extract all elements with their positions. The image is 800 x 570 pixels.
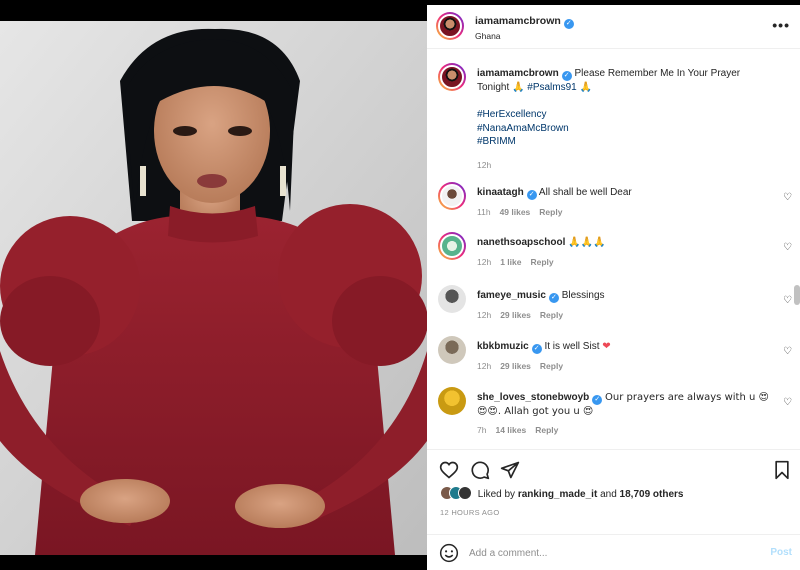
commenter-username[interactable]: kinaatagh: [477, 187, 524, 198]
comment-meta: 11h 49 likes Reply: [477, 207, 563, 217]
comment-text: nanethsoapschool 🙏🙏🙏: [477, 237, 606, 248]
author-avatar[interactable]: [436, 12, 464, 40]
reply-button[interactable]: Reply: [539, 207, 562, 217]
hashtag-link[interactable]: #HerExcellency: [477, 109, 546, 120]
commenter-username[interactable]: she_loves_stonebwoyb: [477, 392, 589, 403]
comment-like-heart-icon[interactable]: ♡: [783, 346, 792, 357]
more-options-icon[interactable]: •••: [772, 17, 790, 33]
comment-input[interactable]: [469, 543, 749, 563]
comment-meta: 12h 29 likes Reply: [477, 361, 564, 371]
caption-text: iamamamcbrown ✓ Please Remember Me In You…: [477, 68, 741, 147]
verified-badge-icon: ✓: [561, 71, 572, 81]
liked-by-summary: Liked by ranking_made_it and 18,709 othe…: [440, 486, 683, 500]
comments-section: iamamamcbrown ✓ Please Remember Me In You…: [427, 49, 800, 449]
verified-badge-icon: ✓: [531, 344, 542, 354]
comment-likes[interactable]: 14 likes: [495, 425, 526, 435]
verified-badge-icon: ✓: [563, 19, 574, 29]
comment-likes[interactable]: 1 like: [500, 257, 521, 267]
commenter-avatar[interactable]: [438, 232, 466, 260]
verified-badge-icon: ✓: [592, 395, 603, 405]
verified-badge-icon: ✓: [526, 190, 537, 200]
add-comment-bar: Post: [427, 534, 800, 570]
comment-text: she_loves_stonebwoyb ✓ Our prayers are al…: [477, 392, 769, 417]
comment-likes[interactable]: 49 likes: [500, 207, 531, 217]
reply-button[interactable]: Reply: [530, 257, 553, 267]
comment-like-heart-icon[interactable]: ♡: [783, 295, 792, 306]
comment-like-heart-icon[interactable]: ♡: [783, 397, 792, 408]
post-header: iamamamcbrown ✓ Ghana •••: [427, 5, 800, 49]
comment-meta: 12h 1 like Reply: [477, 257, 554, 267]
paper-plane-icon[interactable]: [500, 460, 520, 480]
post-location[interactable]: Ghana: [475, 31, 501, 41]
caption-meta: 12h: [477, 160, 492, 170]
commenter-username[interactable]: kbkbmuzic: [477, 341, 529, 352]
post-side-panel: iamamamcbrown ✓ Ghana ••• iamamamcbrown ✓ …: [427, 5, 800, 570]
comment-like-heart-icon[interactable]: ♡: [783, 242, 792, 253]
commenter-avatar[interactable]: [438, 336, 466, 364]
caption-username[interactable]: iamamamcbrown: [477, 68, 559, 79]
reply-button[interactable]: Reply: [535, 425, 558, 435]
comment-text: fameye_music ✓ Blessings: [477, 290, 605, 303]
post-photo: [0, 21, 427, 555]
comment-likes[interactable]: 29 likes: [500, 361, 531, 371]
bookmark-icon[interactable]: [772, 460, 792, 480]
commenter-avatar[interactable]: [438, 387, 466, 415]
comment-bubble-icon[interactable]: [470, 460, 490, 480]
likes-count-link[interactable]: 18,709 others: [620, 489, 684, 500]
comment-text: kbkbmuzic ✓ It is well Sist ❤: [477, 341, 611, 354]
hashtag-link[interactable]: #NanaAmaMcBrown: [477, 123, 569, 134]
comment-meta: 7h 14 likes Reply: [477, 425, 559, 435]
reply-button[interactable]: Reply: [540, 361, 563, 371]
hashtag-link[interactable]: #Psalms91: [527, 82, 576, 93]
comment-likes[interactable]: 29 likes: [500, 310, 531, 320]
caption-avatar[interactable]: [438, 63, 466, 91]
smiley-icon[interactable]: [439, 543, 459, 563]
portrait-illustration: [0, 21, 427, 555]
commenter-avatar[interactable]: [438, 285, 466, 313]
post-comment-button[interactable]: Post: [770, 547, 792, 558]
verified-badge-icon: ✓: [548, 293, 559, 303]
comment-text: kinaatagh ✓ All shall be well Dear: [477, 187, 632, 200]
reply-button[interactable]: Reply: [540, 310, 563, 320]
comment-like-heart-icon[interactable]: ♡: [783, 192, 792, 203]
commenter-username[interactable]: fameye_music: [477, 290, 546, 301]
liker-avatar: [458, 486, 472, 500]
post-timestamp[interactable]: 12 HOURS AGO: [440, 508, 499, 517]
liked-by-user[interactable]: ranking_made_it: [518, 489, 597, 500]
post-media[interactable]: [0, 5, 427, 570]
heart-outline-icon[interactable]: [439, 460, 459, 480]
hashtag-link[interactable]: #BRIMM: [477, 136, 516, 147]
commenter-username[interactable]: nanethsoapschool: [477, 237, 565, 248]
author-username[interactable]: iamamamcbrown ✓: [475, 15, 574, 29]
commenter-avatar[interactable]: [438, 182, 466, 210]
comment-meta: 12h 29 likes Reply: [477, 310, 564, 320]
